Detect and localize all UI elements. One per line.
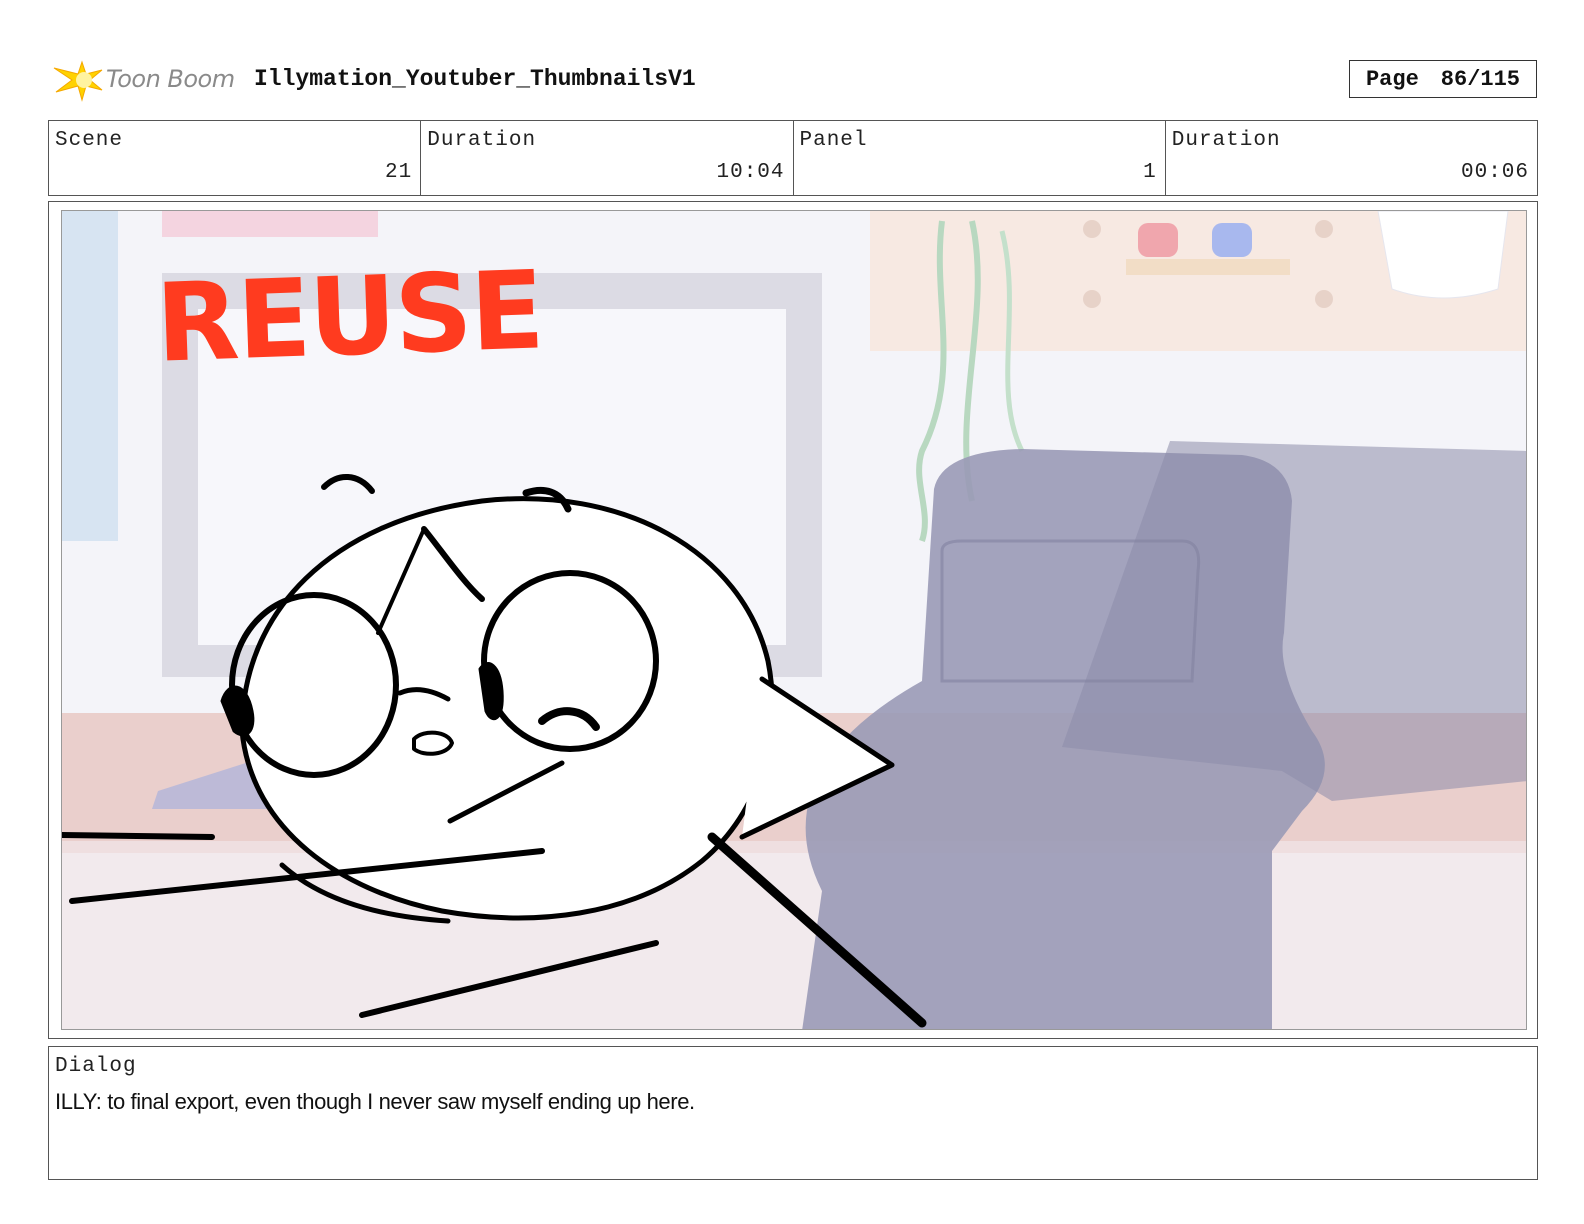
dialog-text: ILLY: to final export, even though I nev…	[55, 1089, 695, 1114]
scene-label: Scene	[55, 129, 124, 152]
page-label: Page	[1365, 66, 1419, 92]
toon-boom-logo: Toon Boom	[52, 56, 242, 104]
scene-duration-label: Duration	[427, 129, 537, 152]
page-header: Toon Boom Illymation_Youtuber_Thumbnails…	[48, 56, 1538, 104]
starburst-icon	[53, 60, 103, 102]
panel-duration-label: Duration	[1171, 129, 1281, 152]
project-title: Illymation_Youtuber_ThumbnailsV1	[254, 66, 696, 92]
panel-cell: Panel 1	[794, 121, 1166, 195]
dialog-label: Dialog	[55, 1055, 137, 1078]
page-number: 86/115	[1440, 66, 1521, 92]
scene-value: 21	[385, 161, 413, 184]
scene-duration-value: 10:04	[716, 161, 785, 184]
scene-info-table: Scene 21 Duration 10:04 Panel 1 Duration…	[48, 120, 1538, 196]
page-indicator: Page 86/115	[1349, 60, 1537, 98]
panel-duration-value: 00:06	[1460, 161, 1529, 184]
storyboard-panel-image: REUSE	[61, 210, 1527, 1030]
storyboard-panel-frame: REUSE	[48, 201, 1538, 1039]
scene-duration-cell: Duration 10:04	[421, 121, 794, 195]
panel-duration-cell: Duration 00:06	[1166, 121, 1537, 195]
panel-value: 1	[1143, 161, 1157, 184]
reuse-stamp: REUSE	[153, 248, 545, 387]
scene-cell: Scene 21	[49, 121, 422, 195]
logo-text: Toon Boom	[106, 65, 235, 93]
panel-label: Panel	[799, 129, 868, 152]
dialog-box: Dialog ILLY: to final export, even thoug…	[48, 1046, 1538, 1180]
